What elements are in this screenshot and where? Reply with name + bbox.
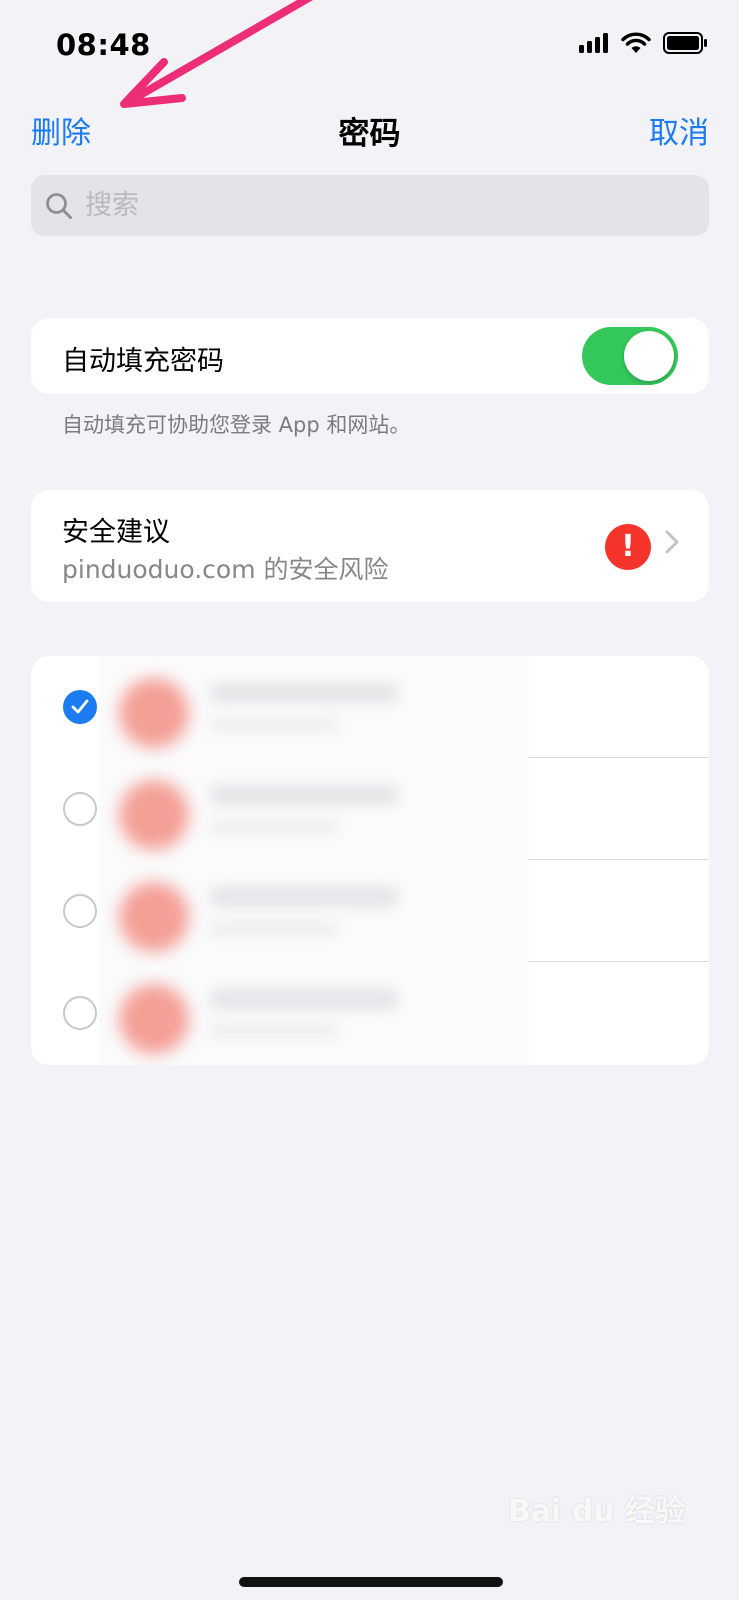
- unselected-radio-icon[interactable]: [63, 792, 97, 826]
- annotation-arrow-icon: [120, 0, 314, 108]
- autofill-toggle[interactable]: [582, 327, 678, 385]
- search-input[interactable]: [83, 189, 647, 222]
- wifi-icon: [621, 32, 651, 53]
- cancel-button[interactable]: 取消: [649, 108, 709, 152]
- page-title: 密码: [338, 116, 401, 152]
- security-subtitle: pinduoduo.com 的安全风险: [62, 555, 389, 584]
- home-indicator[interactable]: [239, 1577, 503, 1587]
- password-row[interactable]: [31, 758, 709, 860]
- password-row[interactable]: [31, 656, 709, 758]
- autofill-card: 自动填充密码: [31, 318, 709, 394]
- security-recommendations-row[interactable]: 安全建议 pinduoduo.com 的安全风险 !: [31, 490, 709, 602]
- unselected-radio-icon[interactable]: [63, 894, 97, 928]
- toggle-knob: [624, 331, 674, 381]
- alert-icon: !: [605, 524, 651, 570]
- battery-icon: [663, 32, 707, 54]
- security-title: 安全建议: [62, 517, 170, 548]
- chevron-right-icon: [665, 530, 679, 554]
- autofill-footnote: 自动填充可协助您登录 App 和网站。: [62, 413, 411, 437]
- selected-checkmark-icon[interactable]: [63, 690, 97, 724]
- cellular-signal-icon: [579, 33, 608, 53]
- password-row[interactable]: [31, 962, 709, 1064]
- search-icon: [46, 192, 72, 219]
- password-list: [31, 656, 709, 1065]
- password-row[interactable]: [31, 860, 709, 962]
- autofill-label: 自动填充密码: [62, 346, 224, 377]
- status-icons: [579, 32, 709, 54]
- unselected-radio-icon[interactable]: [63, 996, 97, 1030]
- search-bar[interactable]: [31, 175, 709, 236]
- watermark: Bai du 经验: [507, 1494, 685, 1529]
